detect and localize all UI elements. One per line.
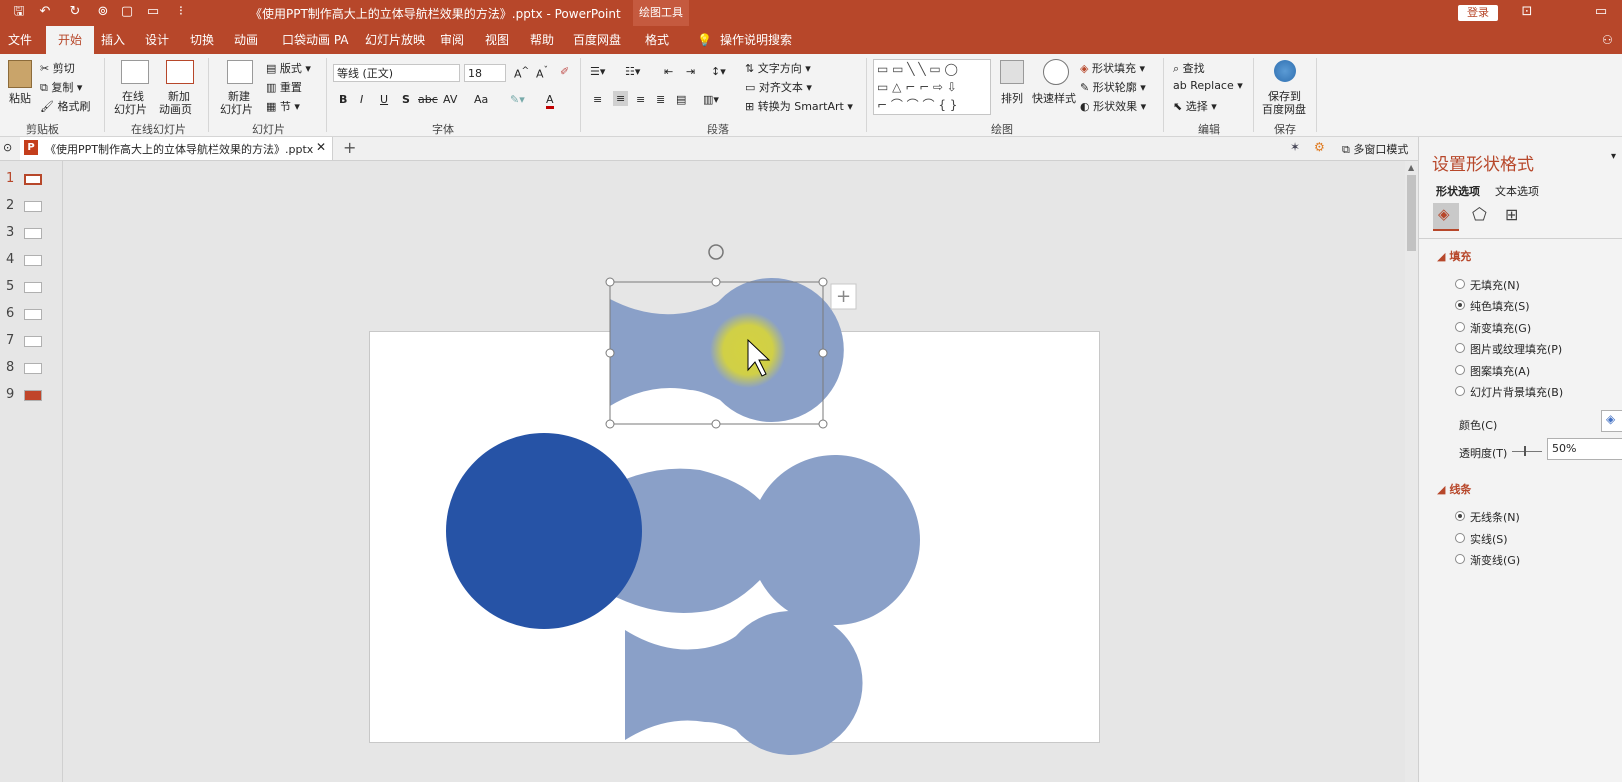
no-fill-radio[interactable] <box>1455 279 1465 289</box>
gradient-fill-radio[interactable] <box>1455 322 1465 332</box>
solid-fill-radio[interactable] <box>1455 300 1465 310</box>
fill-line-icon[interactable]: ◈ <box>1433 203 1459 231</box>
scrollbar-thumb[interactable] <box>1407 175 1416 251</box>
background-fill-radio[interactable] <box>1455 386 1465 396</box>
collapse-icon: ◢ <box>1437 483 1446 496</box>
no-line-label[interactable]: 无线条(N) <box>1470 509 1520 525</box>
transparency-label: 透明度(T) <box>1459 447 1508 460</box>
minimize-icon[interactable]: ▭ <box>1592 3 1610 21</box>
fill-section-header[interactable]: ◢ 填充 <box>1437 248 1471 264</box>
gradient-line-label[interactable]: 渐变线(G) <box>1470 552 1520 568</box>
line-section-header[interactable]: ◢ 线条 <box>1437 481 1471 497</box>
transparency-slider[interactable] <box>1512 451 1542 452</box>
pattern-fill-radio[interactable] <box>1455 365 1465 375</box>
no-line-radio[interactable] <box>1455 511 1465 521</box>
blue-circle-shape[interactable] <box>446 433 642 629</box>
plus-icon: + <box>836 286 851 307</box>
gradient-fill-label[interactable]: 渐变填充(G) <box>1470 320 1531 336</box>
pattern-fill-label[interactable]: 图案填充(A) <box>1470 363 1530 379</box>
transparency-input[interactable]: 50% <box>1547 438 1622 460</box>
divider <box>1419 238 1622 239</box>
format-shape-pane: 设置形状格式 ▾ 形状选项 文本选项 ◈ ⬠ ⊞ ◢ 填充 无填充(N) 纯色填… <box>1418 137 1622 782</box>
ribbon-display-icon[interactable]: ⊡ <box>1518 3 1536 21</box>
login-button[interactable]: 登录 <box>1458 5 1498 21</box>
picture-fill-radio[interactable] <box>1455 343 1465 353</box>
size-properties-icon[interactable]: ⊞ <box>1505 205 1518 224</box>
line-heading: 线条 <box>1449 483 1472 496</box>
gradient-line-radio[interactable] <box>1455 554 1465 564</box>
account-icon[interactable]: ⚇ <box>1602 26 1613 54</box>
scroll-up-icon[interactable]: ▲ <box>1408 163 1414 172</box>
color-label: 颜色(C) <box>1459 419 1498 432</box>
tab-text-options[interactable]: 文本选项 <box>1495 183 1539 199</box>
solid-fill-label[interactable]: 纯色填充(S) <box>1470 298 1530 314</box>
no-fill-label[interactable]: 无填充(N) <box>1470 277 1520 293</box>
shapes-layer: + <box>446 244 920 755</box>
rotate-handle-icon[interactable] <box>708 244 724 260</box>
fill-heading: 填充 <box>1449 250 1472 263</box>
background-fill-label[interactable]: 幻灯片背景填充(B) <box>1470 384 1563 400</box>
bottom-connector-shape[interactable] <box>625 611 863 755</box>
effects-pentagon-icon[interactable]: ⬠ <box>1472 205 1487 225</box>
paint-bucket-icon: ◈ <box>1606 412 1616 426</box>
transparency-slider-thumb[interactable] <box>1524 446 1526 456</box>
solid-line-label[interactable]: 实线(S) <box>1470 531 1508 547</box>
vertical-scrollbar[interactable]: ▲ <box>1405 161 1418 782</box>
picture-fill-label[interactable]: 图片或纹理填充(P) <box>1470 341 1562 357</box>
tab-shape-options[interactable]: 形状选项 <box>1436 183 1480 199</box>
solid-line-radio[interactable] <box>1455 533 1465 543</box>
color-picker-button[interactable]: ◈ <box>1601 410 1622 432</box>
pane-menu-icon[interactable]: ▾ <box>1611 151 1616 162</box>
collapse-icon: ◢ <box>1437 250 1446 263</box>
pane-title: 设置形状格式 <box>1432 155 1534 175</box>
